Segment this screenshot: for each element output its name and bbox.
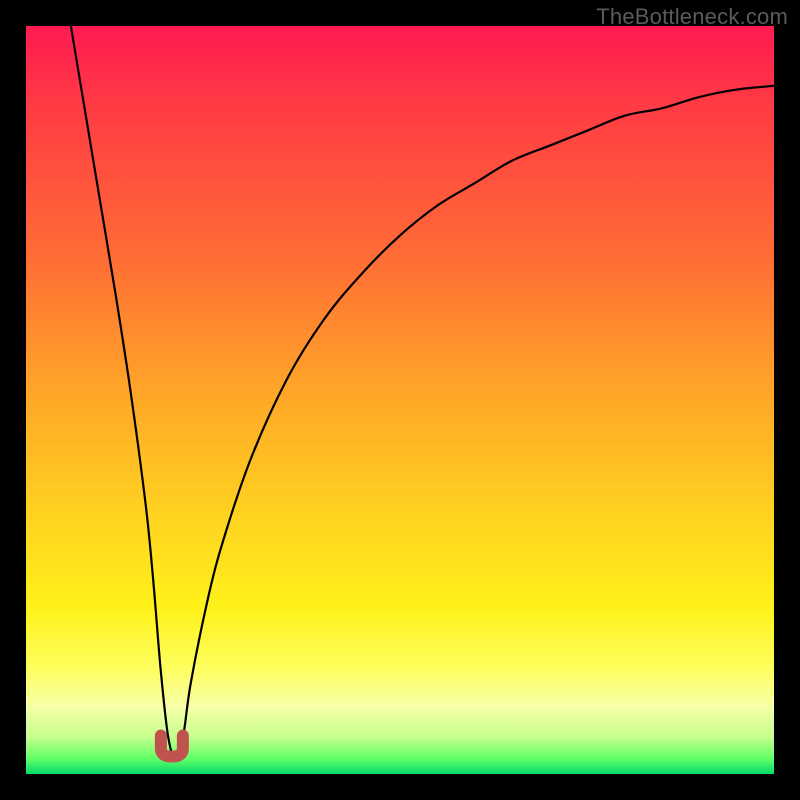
bottleneck-curve [71, 26, 774, 759]
floor-marker [161, 736, 183, 757]
curve-svg [26, 26, 774, 774]
watermark-text: TheBottleneck.com [596, 4, 788, 30]
chart-frame: TheBottleneck.com [0, 0, 800, 800]
plot-area [26, 26, 774, 774]
